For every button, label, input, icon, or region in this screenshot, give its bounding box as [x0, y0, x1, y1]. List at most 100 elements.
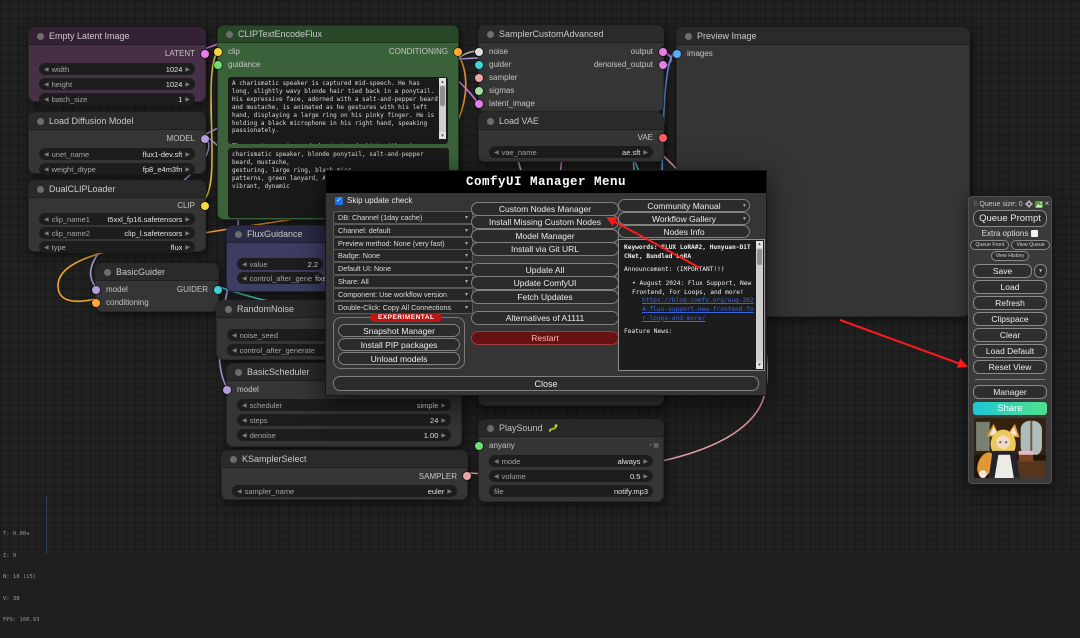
- widget-scheduler[interactable]: ◀schedulersimple▶: [237, 399, 451, 411]
- load-default-button[interactable]: Load Default: [973, 344, 1047, 358]
- community-manual-select[interactable]: Community Manual▼: [618, 199, 750, 212]
- conditioning-port-dot[interactable]: [454, 48, 462, 56]
- select-channel[interactable]: Channel: default▾: [333, 224, 473, 237]
- install-missing-custom-nodes-button[interactable]: Install Missing Custom Nodes: [471, 215, 619, 229]
- collapse-dot[interactable]: [230, 456, 237, 463]
- widget-steps[interactable]: ◀steps24▶: [237, 414, 451, 426]
- install-pip-packages-button[interactable]: Install PIP packages: [338, 338, 460, 351]
- skip-update-check-row[interactable]: ✓ Skip update check: [335, 196, 412, 205]
- textarea-scrollbar[interactable]: ▲ ▼: [439, 78, 446, 139]
- node-load-diffusion-model[interactable]: Load Diffusion Model MODEL ◀unet_nameflu…: [28, 112, 206, 174]
- refresh-button[interactable]: Refresh: [973, 296, 1047, 310]
- clip-port-dot[interactable]: [214, 48, 222, 56]
- guidance-port-dot[interactable]: [214, 61, 222, 69]
- unload-models-button[interactable]: Unload models: [338, 352, 460, 365]
- clear-button[interactable]: Clear: [973, 328, 1047, 342]
- save-dropdown-button[interactable]: ▾: [1034, 264, 1047, 278]
- widget-mode[interactable]: ◀modealways▶: [489, 455, 653, 467]
- sampler-port-dot[interactable]: [463, 472, 471, 480]
- widget-value[interactable]: ◀value2.2: [237, 258, 323, 270]
- collapse-dot[interactable]: [487, 425, 494, 432]
- vae-port-dot[interactable]: [659, 134, 667, 142]
- collapse-dot[interactable]: [225, 306, 232, 313]
- close-icon[interactable]: ×: [1045, 200, 1050, 208]
- output-port-dot[interactable]: [659, 48, 667, 56]
- select-share[interactable]: Share: All▾: [333, 275, 473, 288]
- collapse-dot[interactable]: [235, 369, 242, 376]
- widget-unet-name[interactable]: ◀unet_nameflux1-dev.sft▶: [39, 148, 195, 160]
- latent-image-port-dot[interactable]: [475, 100, 483, 108]
- alternatives-of-a1111-button[interactable]: Alternatives of A1111: [471, 311, 619, 325]
- node-title-bar[interactable]: Empty Latent Image: [29, 28, 205, 45]
- drag-handle-icon[interactable]: ⠿: [973, 201, 977, 208]
- node-basic-guider[interactable]: BasicGuider model GUIDER conditioning: [95, 263, 219, 312]
- fetch-updates-button[interactable]: Fetch Updates: [471, 290, 619, 304]
- model-port-dot[interactable]: [223, 386, 231, 394]
- model-port-dot[interactable]: [201, 135, 209, 143]
- nodes-info-button[interactable]: Nodes Info: [618, 225, 750, 238]
- node-sampler-custom-advanced[interactable]: SamplerCustomAdvanced noise output guide…: [478, 25, 664, 112]
- widget-file[interactable]: filenotify.mp3: [489, 485, 653, 497]
- guider-port-dot[interactable]: [214, 286, 222, 294]
- collapse-dot[interactable]: [37, 118, 44, 125]
- sigmas-port-dot[interactable]: [475, 87, 483, 95]
- extra-options-checkbox[interactable]: [1031, 230, 1038, 237]
- node-title-bar[interactable]: KSamplerSelect: [222, 451, 467, 468]
- select-db-channel[interactable]: DB: Channel (1day cache)▾: [333, 211, 473, 224]
- noise-port-dot[interactable]: [475, 48, 483, 56]
- load-button[interactable]: Load: [973, 280, 1047, 294]
- denoised-output-port-dot[interactable]: [659, 61, 667, 69]
- restart-button[interactable]: Restart: [471, 331, 619, 345]
- widget-sampler-name[interactable]: ◀sampler_nameeuler▶: [232, 485, 457, 497]
- clipspace-button[interactable]: Clipspace: [973, 312, 1047, 326]
- select-component[interactable]: Component: Use workflow version▾: [333, 288, 473, 301]
- gear-icon[interactable]: [1025, 200, 1033, 208]
- images-port-dot[interactable]: [673, 50, 681, 58]
- comfyui-menu-panel[interactable]: ⠿ Queue size: 0 × Queue Prompt Extra opt…: [968, 196, 1052, 484]
- widget-clip-name2[interactable]: ◀clip_name2clip_l.safetensors▶: [39, 227, 195, 239]
- node-title-bar[interactable]: DualCLIPLoader: [29, 181, 205, 198]
- gallery-icon[interactable]: [1035, 201, 1043, 208]
- preview-thumbnail[interactable]: [973, 418, 1047, 478]
- comfyui-manager-dialog[interactable]: ComfyUI Manager Menu ✓ Skip update check…: [325, 170, 767, 396]
- node-title-bar[interactable]: Load VAE: [479, 113, 663, 130]
- model-port-dot[interactable]: [92, 286, 100, 294]
- node-title-bar[interactable]: Preview Image: [677, 28, 969, 45]
- collapse-dot[interactable]: [37, 33, 44, 40]
- widget-type[interactable]: ◀typeflux▶: [39, 241, 195, 253]
- view-history-button[interactable]: View History: [991, 251, 1030, 261]
- scroll-thumb[interactable]: [440, 86, 445, 106]
- clip-port-dot[interactable]: [201, 202, 209, 210]
- node-dual-clip-loader[interactable]: DualCLIPLoader CLIP ◀clip_name1t5xxl_fp1…: [28, 180, 206, 252]
- node-title-bar[interactable]: SamplerCustomAdvanced: [479, 26, 663, 43]
- widget-height[interactable]: ◀height1024▶: [39, 78, 195, 90]
- any-port-dot[interactable]: [475, 442, 483, 450]
- node-title-bar[interactable]: Load Diffusion Model: [29, 113, 205, 130]
- model-manager-button[interactable]: Model Manager: [471, 229, 619, 243]
- node-empty-latent-image[interactable]: Empty Latent Image LATENT ◀width1024▶ ◀h…: [28, 27, 206, 102]
- scroll-up-icon[interactable]: ▲: [439, 78, 446, 85]
- scroll-down-icon[interactable]: ▼: [439, 132, 446, 139]
- scroll-thumb[interactable]: [757, 249, 762, 265]
- collapse-dot[interactable]: [226, 31, 233, 38]
- collapse-dot[interactable]: [487, 118, 494, 125]
- share-button[interactable]: Share: [973, 402, 1047, 415]
- widget-denoise[interactable]: ◀denoise1.00▶: [237, 429, 451, 441]
- reset-view-button[interactable]: Reset View: [973, 360, 1047, 374]
- widget-volume[interactable]: ◀volume0.5▶: [489, 470, 653, 482]
- widget-clip-name1[interactable]: ◀clip_name1t5xxl_fp16.safetensors▶: [39, 213, 195, 225]
- select-double-click[interactable]: Double-Click: Copy All Connections▾: [333, 301, 473, 314]
- queue-front-button[interactable]: Queue Front: [970, 240, 1009, 250]
- widget-weight-dtype[interactable]: ◀weight_dtypefp8_e4m3fn▶: [39, 163, 195, 175]
- scroll-up-icon[interactable]: ▲: [756, 241, 763, 248]
- snapshot-manager-button[interactable]: Snapshot Manager: [338, 324, 460, 337]
- manager-button[interactable]: Manager: [973, 385, 1047, 399]
- checkbox-checked[interactable]: ✓: [335, 197, 343, 205]
- select-preview-method[interactable]: Preview method: None (very fast)▾: [333, 237, 473, 250]
- news-scrollbar[interactable]: ▲ ▼: [756, 241, 763, 369]
- widget-vae-name[interactable]: ◀vae_nameae.sft▶: [489, 146, 653, 158]
- collapse-dot[interactable]: [104, 269, 111, 276]
- widget-control-after-generate[interactable]: ◀control_after_genefixed: [237, 272, 323, 284]
- collapse-dot[interactable]: [685, 33, 692, 40]
- collapse-dot[interactable]: [235, 231, 242, 238]
